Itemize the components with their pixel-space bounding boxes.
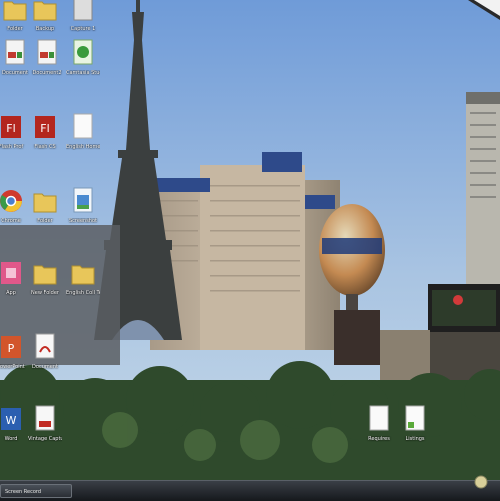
blank-doc-icon [369, 405, 389, 431]
folder-icon [33, 265, 57, 285]
desktop-icon[interactable]: Fl Flash CS [28, 112, 62, 150]
desktop-icon[interactable]: P PowerPoint [0, 332, 28, 370]
desktop-icon-label: Flash Prof [0, 144, 24, 150]
taskbar-button-label: Screen Record [5, 489, 42, 495]
window-corner[interactable] [468, 0, 500, 20]
flash-icon: Fl [1, 116, 21, 138]
svg-text:W: W [6, 414, 17, 427]
desktop-icon-label: English Coll Templates [66, 290, 100, 296]
desktop-icon-label: New Folder [31, 290, 59, 296]
svg-text:P: P [8, 342, 15, 355]
pdf-doc-icon [35, 405, 55, 431]
low-building [380, 330, 430, 380]
desktop-icon-label: Flash CS [34, 144, 56, 150]
desktop-icon-label: Backup [35, 26, 55, 32]
folder-icon [33, 193, 57, 213]
desktop-icon-label: Camtasia Studio [66, 70, 100, 76]
svg-text:Fl: Fl [40, 122, 49, 135]
taskbar: Screen Record [0, 475, 500, 501]
desktop-icon-label: Word [4, 436, 18, 442]
desktop-icon[interactable]: New Folder [28, 258, 62, 296]
desktop-icon[interactable]: Document [0, 38, 32, 76]
chrome-icon [0, 190, 22, 212]
desktop-icon-label: Document2 [32, 70, 62, 76]
tray-icon[interactable] [474, 475, 488, 489]
camtasia-icon [73, 39, 93, 65]
desktop-icon-label: Folder [37, 218, 53, 224]
folder-icon [33, 1, 57, 21]
desktop-icon[interactable]: W Word [0, 404, 28, 442]
flash-icon: Fl [35, 116, 55, 138]
image-icon [73, 187, 93, 213]
desktop-icon[interactable]: Folder [28, 186, 62, 224]
word-icon: W [1, 408, 21, 430]
word-doc-icon [37, 39, 57, 65]
pink-app-icon [1, 262, 21, 284]
svg-text:Fl: Fl [6, 122, 15, 135]
desktop-icon[interactable]: Screenshot [66, 186, 100, 224]
desktop-icon-label: Screenshot [69, 218, 97, 224]
desktop-icon[interactable]: Fl Flash Prof [0, 112, 28, 150]
desktop-icon[interactable]: Chrome [0, 186, 28, 224]
desktop-icon-label: Capture 1 [70, 26, 96, 32]
desktop-icon[interactable]: App [0, 258, 28, 296]
blank-doc-icon [73, 113, 93, 139]
desktop-icon[interactable]: Document [28, 332, 62, 370]
desktop-icon-label: Document [2, 70, 28, 76]
taskbar-button-screen-record[interactable]: Screen Record [0, 484, 72, 498]
desktop-icon-label: Requires [368, 436, 390, 442]
desktop-icon[interactable]: English Coll Templates [66, 258, 100, 296]
desktop-icon-label: English Homework [66, 144, 100, 150]
desktop-icon[interactable]: Listings [398, 404, 432, 442]
desktop-icon[interactable]: Document2 [30, 38, 64, 76]
desktop-icon-label: Vintage Capture 1 [28, 436, 62, 442]
ppt-icon: P [1, 336, 21, 358]
right-tower [466, 92, 500, 302]
folder-icon [3, 1, 27, 21]
desktop-icon[interactable]: Vintage Capture 1 [28, 404, 62, 442]
pdf-icon [35, 333, 55, 359]
desktop-icon[interactable]: English Homework [66, 112, 100, 150]
folder-icon [71, 265, 95, 285]
file-icon [73, 0, 93, 21]
desktop-icon-label: PowerPoint [0, 364, 25, 370]
desktop-icon-label: Chrome [1, 218, 21, 224]
desktop-icon-label: Document [32, 364, 58, 370]
desktop-icon-label: App [6, 290, 16, 296]
desktop-icon[interactable]: Capture 1 [66, 0, 100, 32]
desktop-icon[interactable]: Requires [362, 404, 396, 442]
word-doc-icon [5, 39, 25, 65]
desktop-icon-label: Listings [405, 436, 425, 442]
doc-green-icon [405, 405, 425, 431]
desktop-icon[interactable]: Backup [28, 0, 62, 32]
desktop-icon[interactable]: Camtasia Studio [66, 38, 100, 76]
